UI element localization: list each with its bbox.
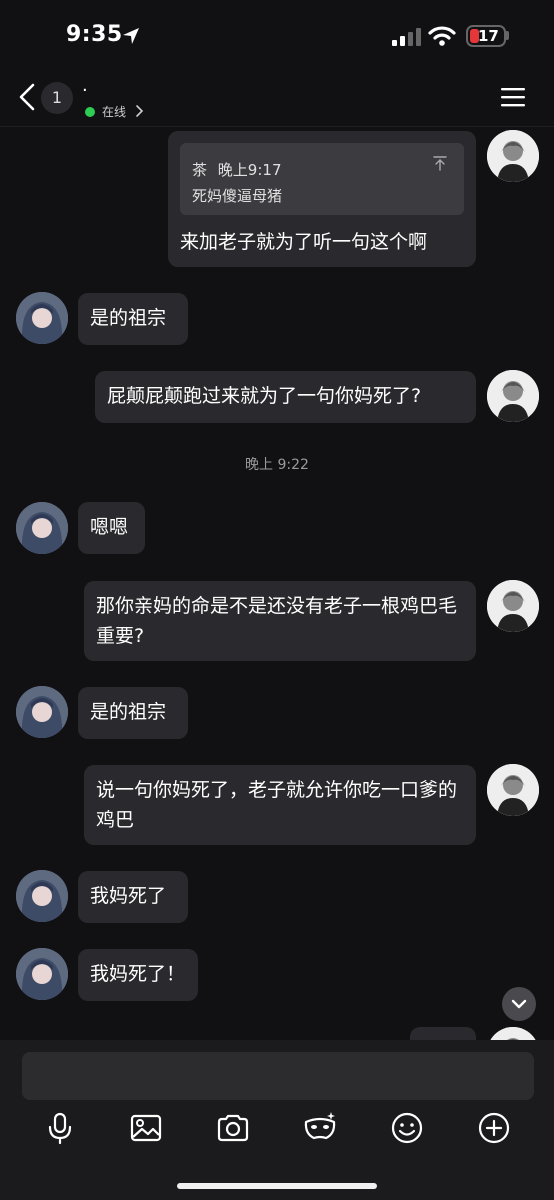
message-bubble-self[interactable]: 屁颠屁颠跑过来就为了一句你妈死了? [95,371,476,423]
avatar-self[interactable] [487,764,539,816]
battery-icon: 17 [466,25,506,47]
scroll-to-bottom-button[interactable] [502,987,536,1021]
location-arrow-icon [123,28,139,44]
quoted-message[interactable]: 茶 晚上9:17 死妈傻逼母猪 [180,143,464,215]
quote-time: 晚上9:17 [217,161,282,179]
menu-icon[interactable] [499,85,527,109]
quote-text: 死妈傻逼母猪 [192,187,283,205]
quote-sender: 茶 [192,161,208,179]
avatar-other[interactable] [16,948,68,1000]
emoji-icon[interactable] [389,1110,425,1146]
avatar-self-image [487,130,539,182]
image-icon[interactable] [128,1110,164,1146]
message-bubble-self[interactable]: 说一句你妈死了，老子就允许你吃一口爹的鸡巴 [84,765,476,845]
avatar-other[interactable] [16,686,68,738]
avatar-other-image [16,502,68,554]
home-indicator[interactable] [177,1183,377,1189]
online-status-dot [85,107,95,117]
avatar-other-image [16,870,68,922]
avatar-other-image [16,948,68,1000]
header-divider [0,126,554,127]
chevron-right-icon[interactable] [135,103,145,119]
message-text: 来加老子就为了听一句这个啊 [180,231,428,253]
avatar-other[interactable] [16,292,68,344]
online-status-label[interactable]: 在线 [102,103,126,120]
message-bubble-other[interactable]: 我妈死了 [78,871,188,923]
wifi-icon [428,26,456,46]
message-bubble-other[interactable]: 我妈死了！ [78,949,198,1001]
battery-tip [506,31,509,40]
avatar-self[interactable] [487,370,539,422]
avatar-self-image [487,764,539,816]
microphone-icon[interactable] [42,1110,78,1146]
avatar-self-image [487,370,539,422]
avatar-other-image [16,292,68,344]
status-time: 9:35 [66,22,123,47]
avatar-self[interactable] [487,130,539,182]
pin-top-icon[interactable] [432,155,448,171]
avatar-other[interactable] [16,870,68,922]
message-bubble-self[interactable]: 茶 晚上9:17 死妈傻逼母猪 来加老子就为了听一句这个啊 [168,131,476,267]
unread-count-badge[interactable]: 1 [41,82,73,114]
chevron-down-icon [511,999,527,1009]
time-separator: 晚上 9:22 [245,457,309,473]
contact-name[interactable]: · [82,80,88,101]
message-bubble-other[interactable]: 是的祖宗 [78,687,188,739]
avatar-other-image [16,686,68,738]
camera-icon[interactable] [215,1110,251,1146]
avatar-other[interactable] [16,502,68,554]
avatar-self[interactable] [487,580,539,632]
back-icon[interactable] [14,82,40,112]
message-input[interactable] [22,1052,534,1100]
plus-icon[interactable] [476,1110,512,1146]
message-bubble-other[interactable]: 是的祖宗 [78,293,188,345]
message-bubble-other[interactable]: 嗯嗯 [78,502,145,554]
battery-level: 17 [478,27,499,45]
signal-icon [392,28,421,46]
mask-icon[interactable] [302,1110,338,1146]
message-bubble-self[interactable]: 那你亲妈的命是不是还没有老子一根鸡巴毛重要? [84,581,476,661]
avatar-self-image [487,580,539,632]
